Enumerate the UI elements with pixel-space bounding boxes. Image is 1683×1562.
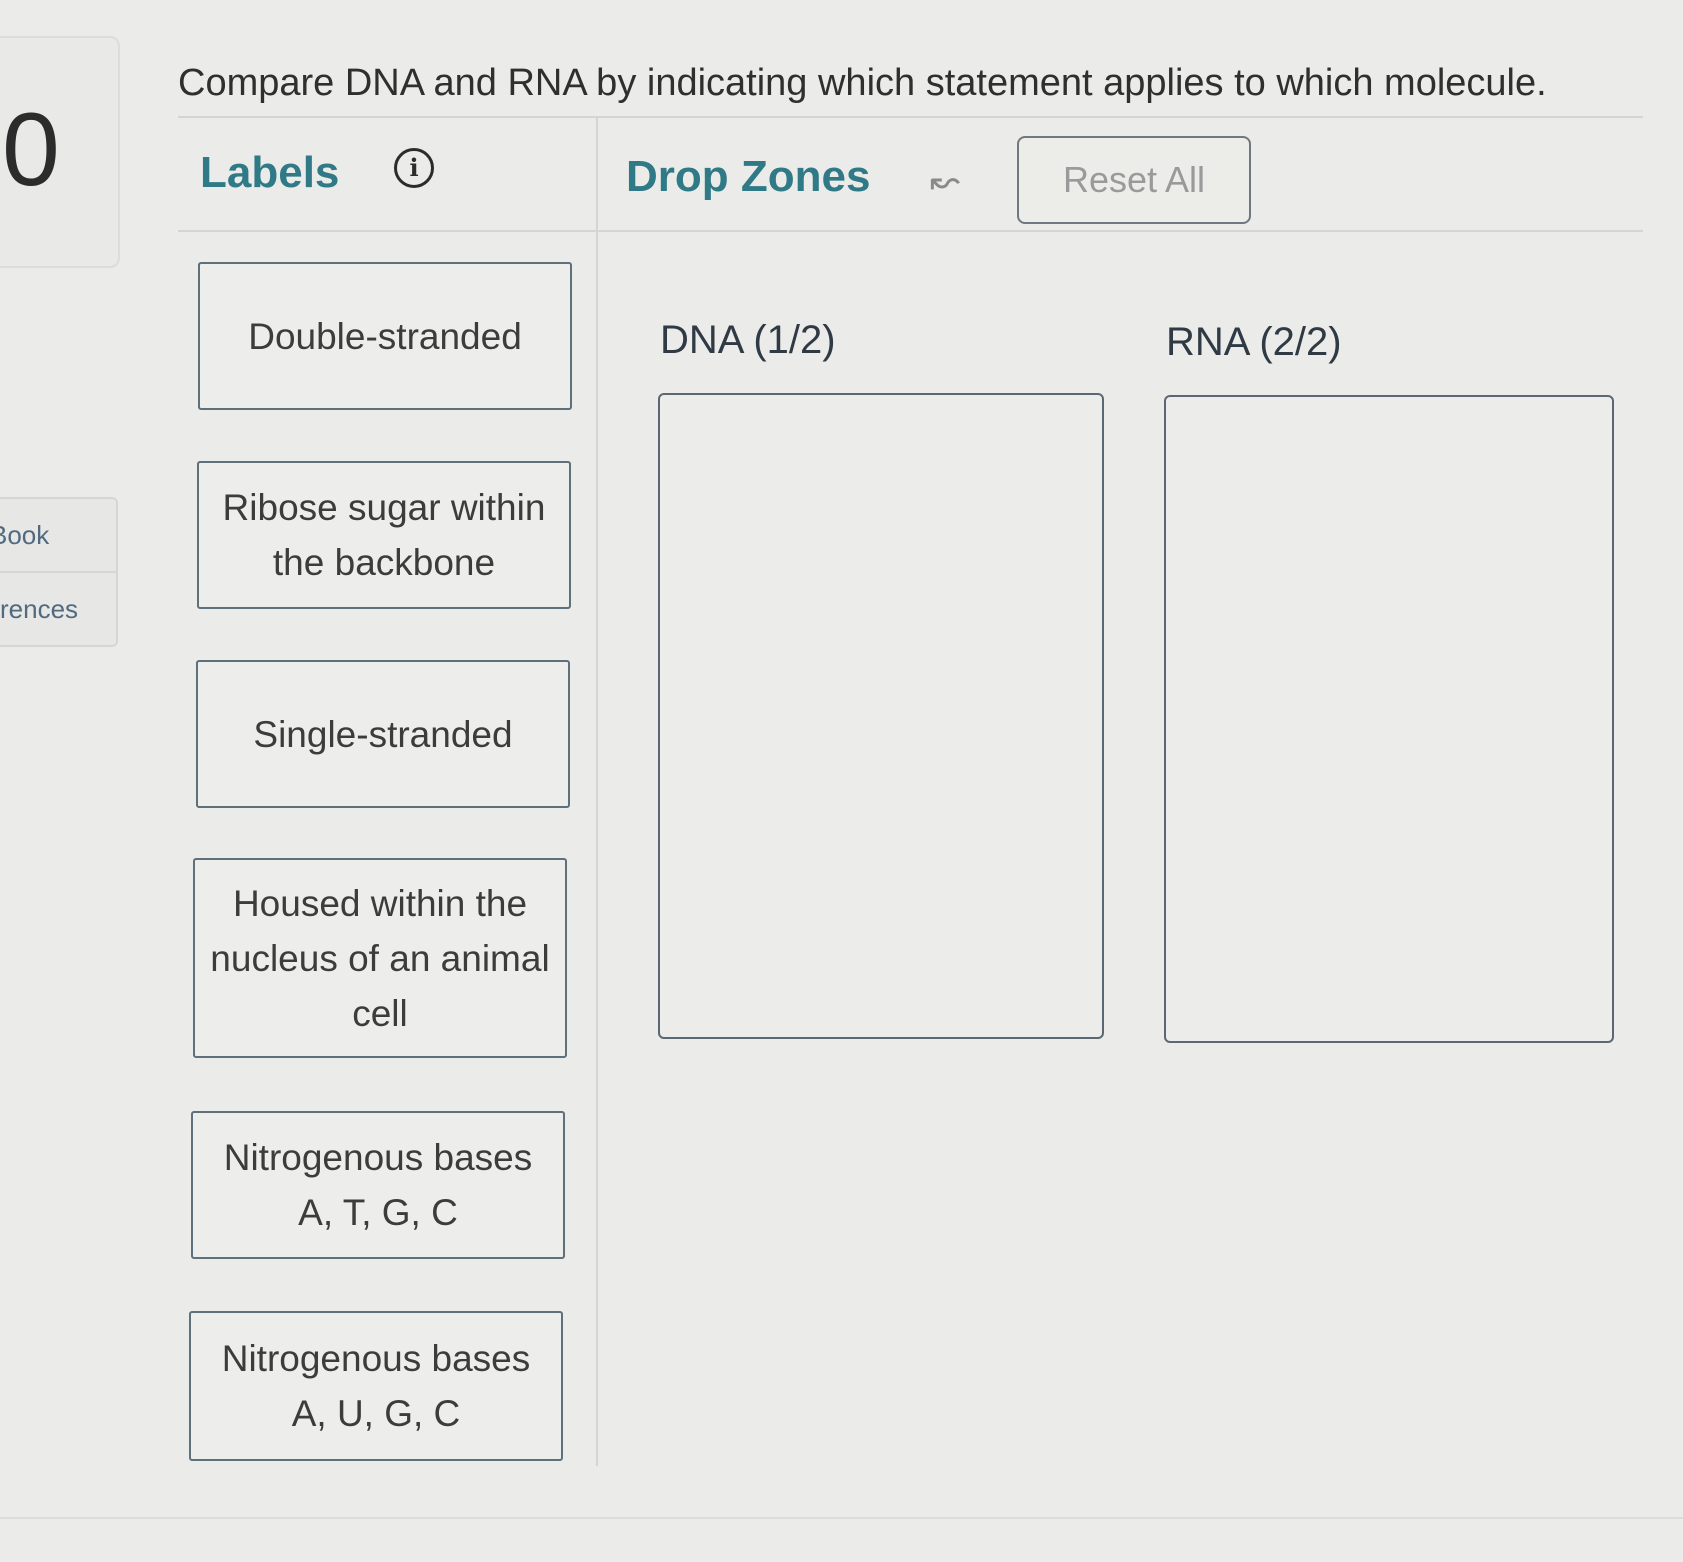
label-single-stranded[interactable]: Single-stranded (196, 660, 570, 808)
label-bases-atgc[interactable]: Nitrogenous bases A, T, G, C (191, 1111, 565, 1259)
column-divider (596, 116, 598, 1466)
label-ribose-sugar[interactable]: Ribose sugar within the backbone (197, 461, 571, 609)
question-prompt: Compare DNA and RNA by indicating which … (178, 62, 1547, 104)
side-tab-book[interactable]: Book (0, 499, 116, 571)
side-tabs: Book rences (0, 497, 118, 647)
drop-zone-rna[interactable] (1164, 395, 1614, 1043)
header-divider (178, 230, 1643, 232)
label-nucleus[interactable]: Housed within the nucleus of an animal c… (193, 858, 567, 1058)
reset-all-button[interactable]: Reset All (1017, 136, 1251, 224)
undo-icon[interactable]: ↜ (930, 160, 960, 202)
label-bases-augc[interactable]: Nitrogenous bases A, U, G, C (189, 1311, 563, 1461)
side-tab-references[interactable]: rences (0, 571, 116, 645)
info-icon[interactable]: i (394, 148, 434, 188)
drop-zone-dna[interactable] (658, 393, 1104, 1039)
drop-zone-title-dna: DNA (1/2) (660, 318, 836, 362)
drop-zone-title-rna: RNA (2/2) (1166, 320, 1342, 364)
question-number: 0 (2, 92, 60, 208)
label-double-stranded[interactable]: Double-stranded (198, 262, 572, 410)
bottom-divider (0, 1517, 1683, 1519)
prompt-divider (178, 116, 1643, 118)
drop-zones-header: Drop Zones (626, 152, 871, 201)
labels-header: Labels (200, 148, 340, 197)
